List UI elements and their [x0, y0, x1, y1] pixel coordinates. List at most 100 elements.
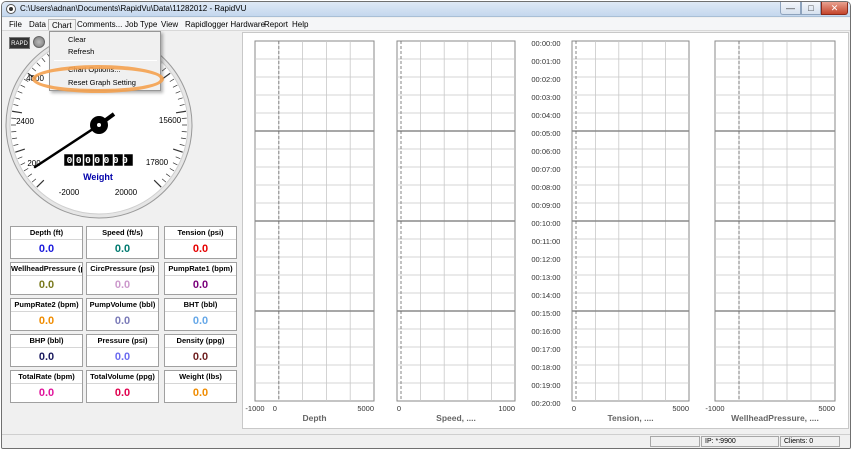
- menu-comments[interactable]: Comments...: [74, 19, 125, 30]
- reading-label: CircPressure (psi): [87, 263, 158, 276]
- chart-tracks[interactable]: -1000 0 5000 Depth 0 1000 Speed, .... 0 5000 Tens…: [243, 33, 850, 430]
- menu-item-refresh[interactable]: Refresh: [68, 47, 94, 57]
- time-axis-label: 00:16:00: [531, 327, 560, 336]
- reading-label: PumpVolume (bbl): [87, 299, 158, 312]
- reading-label: WellheadPressure (psi): [11, 263, 82, 276]
- reading-cell[interactable]: WellheadPressure (psi) 0.0: [10, 262, 83, 295]
- app-window: C:\Users\adnan\Documents\RapidVu\Data\11…: [1, 1, 851, 449]
- time-axis-label: 00:17:00: [531, 345, 560, 354]
- menu-rapidlogger-hardware[interactable]: Rapidlogger Hardware: [182, 19, 268, 30]
- reading-cell[interactable]: Speed (ft/s) 0.0: [86, 226, 159, 259]
- gauge-scale-label: 17800: [146, 158, 169, 167]
- minimize-button[interactable]: —: [780, 2, 801, 15]
- reading-label: Density (ppg): [165, 335, 236, 348]
- gauge-hub-center: [97, 123, 101, 127]
- close-button[interactable]: ✕: [821, 2, 848, 15]
- menu-report[interactable]: Report: [261, 19, 291, 30]
- time-axis-label: 00:05:00: [531, 129, 560, 138]
- reading-value: 0.0: [192, 315, 209, 327]
- time-axis-label: 00:06:00: [531, 147, 560, 156]
- reading-cell[interactable]: TotalRate (bpm) 0.0: [10, 370, 83, 403]
- reading-label: Weight (lbs): [165, 371, 236, 384]
- reading-value: 0.0: [192, 351, 209, 363]
- time-axis-label: 00:03:00: [531, 93, 560, 102]
- reading-cell[interactable]: PumpRate2 (bpm) 0.0: [10, 298, 83, 331]
- reading-value: 0.0: [38, 243, 55, 255]
- track-xlabel: Tension, ....: [607, 413, 653, 423]
- chart-area[interactable]: -1000 0 5000 Depth 0 1000 Speed, .... 0 5000 Tens…: [242, 32, 849, 429]
- menu-file[interactable]: File: [6, 19, 25, 30]
- reading-value: 0.0: [38, 279, 55, 291]
- reading-cell[interactable]: CircPressure (psi) 0.0: [86, 262, 159, 295]
- reading-cell[interactable]: BHP (bbl) 0.0: [10, 334, 83, 367]
- menu-job-type[interactable]: Job Type: [122, 19, 160, 30]
- reading-label: TotalRate (bpm): [11, 371, 82, 384]
- time-axis-label: 00:20:00: [531, 399, 560, 408]
- maximize-button[interactable]: □: [801, 2, 821, 15]
- reading-label: Speed (ft/s): [87, 227, 158, 240]
- menu-data[interactable]: Data: [26, 19, 49, 30]
- menu-chart[interactable]: Chart: [48, 19, 76, 30]
- time-axis-label: 00:04:00: [531, 111, 560, 120]
- time-axis-label: 00:08:00: [531, 183, 560, 192]
- reading-value: 0.0: [38, 351, 55, 363]
- time-axis-label: 00:00:00: [531, 39, 560, 48]
- status-bar: IP: *:9900 Clients: 0: [2, 434, 850, 448]
- time-axis-label: 00:18:00: [531, 363, 560, 372]
- reading-value: 0.0: [38, 315, 55, 327]
- reading-cell[interactable]: Tension (psi) 0.0: [164, 226, 237, 259]
- axis-tick-label: 5000: [818, 404, 835, 413]
- time-axis-label: 00:12:00: [531, 255, 560, 264]
- gauge-scale-label: 20000: [115, 188, 138, 197]
- time-axis-label: 00:19:00: [531, 381, 560, 390]
- gauge-label: Weight: [83, 172, 113, 182]
- reading-value: 0.0: [192, 387, 209, 399]
- reading-cell[interactable]: PumpVolume (bbl) 0.0: [86, 298, 159, 331]
- track-xlabel: Depth: [302, 413, 326, 423]
- axis-tick-label: 5000: [357, 404, 374, 413]
- track-xlabel: WellheadPressure, ....: [731, 413, 819, 423]
- app-icon: [6, 4, 16, 14]
- reading-value: 0.0: [114, 387, 131, 399]
- status-ip: IP: *:9900: [701, 436, 779, 447]
- axis-tick-label: 1000: [498, 404, 515, 413]
- reading-label: BHP (bbl): [11, 335, 82, 348]
- time-axis-label: 00:09:00: [531, 201, 560, 210]
- status-pane-blank: [650, 436, 700, 447]
- gauge-scale-label: -2000: [59, 188, 80, 197]
- reading-cell[interactable]: Depth (ft) 0.0: [10, 226, 83, 259]
- menu-bar: File Data Chart Comments... Job Type Vie…: [2, 18, 850, 31]
- rapd-button[interactable]: RAPD: [9, 37, 30, 49]
- reading-value: 0.0: [114, 351, 131, 363]
- title-bar[interactable]: C:\Users\adnan\Documents\RapidVu\Data\11…: [2, 2, 850, 17]
- time-axis-label: 00:15:00: [531, 309, 560, 318]
- reading-label: PumpRate2 (bpm): [11, 299, 82, 312]
- reading-label: Depth (ft): [11, 227, 82, 240]
- reading-cell[interactable]: BHT (bbl) 0.0: [164, 298, 237, 331]
- axis-tick-label: 5000: [672, 404, 689, 413]
- reading-cell[interactable]: TotalVolume (ppg) 0.0: [86, 370, 159, 403]
- axis-tick-label: -1000: [245, 404, 264, 413]
- axis-tick-label: 0: [572, 404, 576, 413]
- reading-cell[interactable]: PumpRate1 (bpm) 0.0: [164, 262, 237, 295]
- time-axis-label: 00:10:00: [531, 219, 560, 228]
- axis-tick-label: -1000: [705, 404, 724, 413]
- time-axis-label: 00:07:00: [531, 165, 560, 174]
- menu-separator: [54, 60, 157, 61]
- reading-label: TotalVolume (ppg): [87, 371, 158, 384]
- gauge-scale-label: 2400: [16, 117, 34, 126]
- time-axis-label: 00:14:00: [531, 291, 560, 300]
- menu-item-clear[interactable]: Clear: [68, 35, 86, 45]
- reading-cell[interactable]: Pressure (psi) 0.0: [86, 334, 159, 367]
- status-led-icon: [33, 36, 45, 48]
- reading-cell[interactable]: Density (ppg) 0.0: [164, 334, 237, 367]
- reading-cell[interactable]: Weight (lbs) 0.0: [164, 370, 237, 403]
- window-title: C:\Users\adnan\Documents\RapidVu\Data\11…: [20, 4, 247, 13]
- menu-view[interactable]: View: [158, 19, 181, 30]
- odometer-value: 0000000: [67, 155, 132, 166]
- time-axis-label: 00:11:00: [532, 237, 561, 246]
- menu-help[interactable]: Help: [289, 19, 311, 30]
- reading-label: Pressure (psi): [87, 335, 158, 348]
- time-axis-label: 00:02:00: [531, 75, 560, 84]
- status-clients: Clients: 0: [780, 436, 840, 447]
